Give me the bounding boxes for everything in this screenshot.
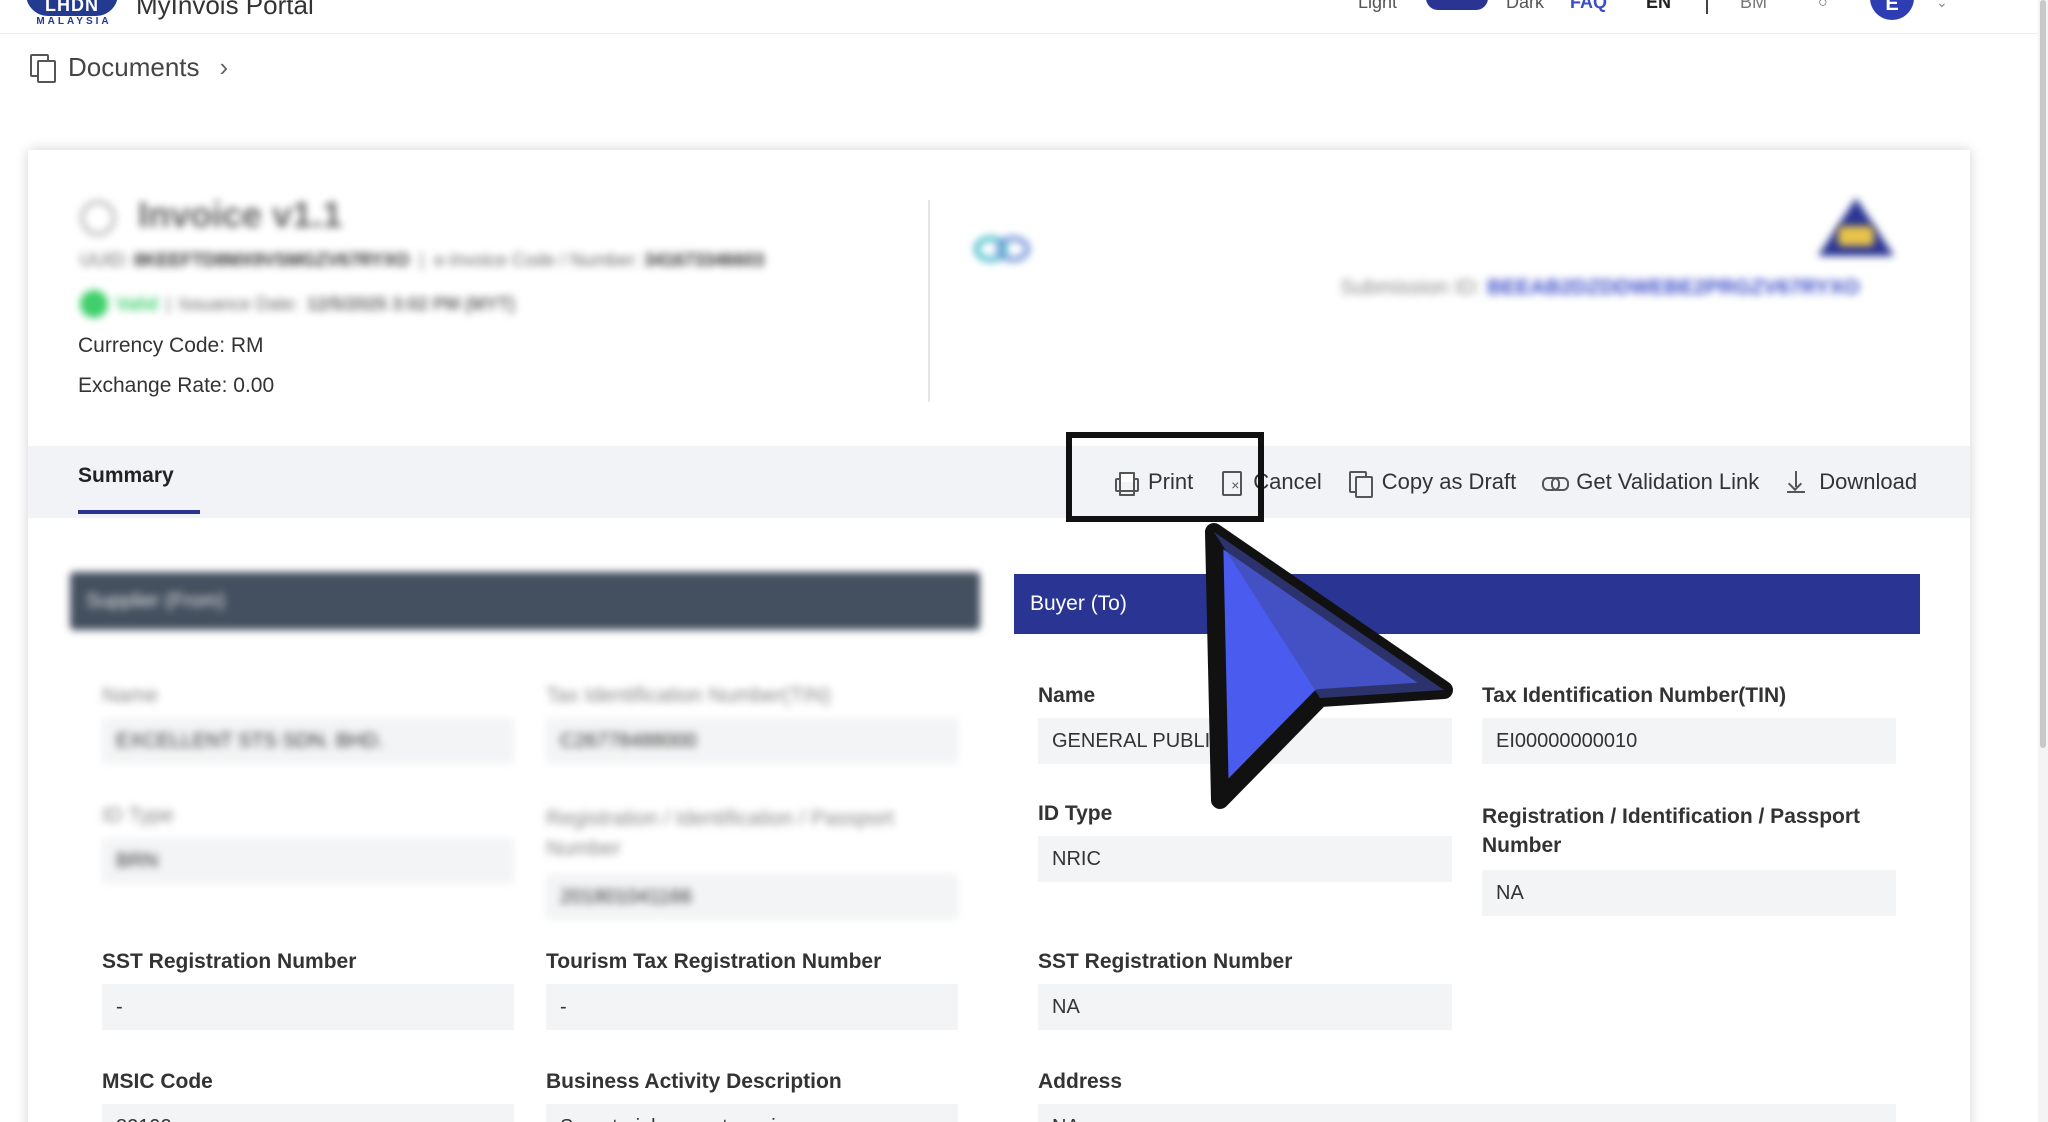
lhdn-emblem-detail [1838, 226, 1874, 246]
logo-text: LHDN [26, 0, 118, 16]
download-icon [1785, 470, 1809, 494]
supplier-msic-label: MSIC Code [102, 1070, 213, 1093]
invoice-status-icon [80, 200, 116, 236]
active-tab-indicator [78, 510, 200, 514]
header-divider [1706, 0, 1708, 14]
supplier-header-label: Supplier (From) [86, 590, 225, 612]
language-en-link[interactable]: EN [1646, 0, 1671, 13]
supplier-name-label: Name [102, 684, 159, 707]
submission-id-value[interactable]: BEEAB2DZDDWEBE2PRGZV67RYXO [1487, 276, 1860, 299]
copy-as-draft-label: Copy as Draft [1381, 469, 1517, 494]
supplier-name-value: EXCELLENT STS SDN. BHD. [102, 718, 514, 764]
chevron-right-icon: › [219, 51, 229, 82]
supplier-tin-field: Tax Identification Number(TIN) C26778488… [546, 684, 958, 764]
theme-dark-label: Dark [1506, 0, 1545, 12]
supplier-sst-field: SST Registration Number - [102, 950, 514, 1030]
tab-action-bar: Summary Print Cancel Copy as Draft Get V… [28, 446, 1970, 518]
document-card: Invoice v1.1 UUID: 8KEEFTD8MX9VSMGZV67RY… [28, 150, 1970, 1122]
supplier-id-type-value: BRN [102, 838, 514, 884]
issuance-value: 12/5/2025 3:02 PM (MYT) [306, 293, 515, 314]
buyer-tin-value: EI00000000010 [1482, 718, 1896, 764]
invoice-code-value: 341673346603 [644, 250, 765, 270]
buyer-sst-label: SST Registration Number [1038, 950, 1293, 973]
supplier-logo [966, 230, 1046, 280]
uuid-label: UUID: [80, 250, 129, 270]
documents-icon [30, 54, 56, 83]
buyer-id-type-value: NRIC [1038, 836, 1452, 882]
tab-summary[interactable]: Summary [78, 464, 174, 488]
faq-link[interactable]: FAQ [1570, 0, 1607, 13]
buyer-tin-field: Tax Identification Number(TIN) EI0000000… [1482, 684, 1896, 764]
exchange-rate: Exchange Rate: 0.00 [78, 374, 275, 397]
print-highlight-box [1066, 432, 1264, 522]
supplier-registration-field: Registration / Identification / Passport… [546, 804, 958, 920]
status-badge: Valid [116, 293, 159, 314]
bell-icon[interactable]: ○ [1818, 0, 1838, 11]
submission-id-line: Submission ID: BEEAB2DZDDWEBE2PRGZV67RYX… [1340, 276, 1860, 300]
uuid-value: 8KEEFTD8MX9VSMGZV67RYXO [134, 250, 410, 270]
scrollbar-thumb[interactable] [2040, 0, 2046, 748]
uuid-line: UUID: 8KEEFTD8MX9VSMGZV67RYXO | e-Invoic… [80, 250, 765, 270]
invoice-code-label: e-Invoice Code / Number: [434, 250, 640, 270]
app-title: MyInvois Portal [136, 0, 314, 20]
buyer-header-label: Buyer (To) [1030, 592, 1127, 615]
issuance-label: Issuance Date: [178, 293, 299, 314]
supplier-business-activity-label: Business Activity Description [546, 1070, 842, 1093]
breadcrumb: Documents › [30, 50, 228, 84]
breadcrumb-documents[interactable]: Documents [68, 52, 200, 83]
supplier-sst-label: SST Registration Number [102, 950, 357, 973]
supplier-business-activity-value: Secretarial support services [546, 1104, 958, 1122]
buyer-registration-field: Registration / Identification / Passport… [1482, 802, 1896, 916]
theme-toggle[interactable] [1426, 0, 1488, 10]
document-header: Invoice v1.1 UUID: 8KEEFTD8MX9VSMGZV67RY… [28, 150, 1970, 446]
get-validation-link-label: Get Validation Link [1576, 469, 1760, 494]
supplier-name-field: Name EXCELLENT STS SDN. BHD. [102, 684, 514, 764]
mouse-cursor-icon [1205, 523, 1453, 809]
supplier-section-header: Supplier (From) [70, 572, 980, 630]
download-label: Download [1819, 469, 1918, 494]
supplier-tourism-tax-field: Tourism Tax Registration Number - [546, 950, 958, 1030]
status-line: Valid | Issuance Date: 12/5/2025 3:02 PM… [80, 290, 515, 318]
currency-code: Currency Code: RM [78, 334, 264, 357]
header-divider-vertical [928, 200, 930, 402]
supplier-tin-label: Tax Identification Number(TIN) [546, 684, 831, 707]
buyer-address-label: Address [1038, 1070, 1123, 1093]
buyer-address-value: NA [1038, 1104, 1896, 1122]
copy-as-draft-button[interactable]: Copy as Draft [1348, 469, 1517, 498]
supplier-registration-label: Registration / Identification / Passport… [546, 807, 894, 860]
supplier-msic-field: MSIC Code 82192 [102, 1070, 514, 1122]
page-scrollbar[interactable] [2038, 0, 2048, 1122]
supplier-tin-value: C26778488000 [546, 718, 958, 764]
top-header: LHDN MALAYSIA MyInvois Portal Light Dark… [0, 0, 2048, 34]
link-icon [1542, 470, 1570, 494]
valid-check-icon [80, 290, 108, 318]
buyer-sst-value: NA [1038, 984, 1452, 1030]
supplier-tourism-tax-label: Tourism Tax Registration Number [546, 950, 882, 973]
buyer-address-field: Address NA [1038, 1070, 1896, 1122]
logo-subtext: MALAYSIA [36, 16, 112, 27]
supplier-sst-value: - [102, 984, 514, 1030]
avatar[interactable]: E [1870, 0, 1914, 20]
lhdn-logo[interactable]: LHDN MALAYSIA [26, 0, 122, 30]
submission-label: Submission ID: [1340, 276, 1482, 299]
download-button[interactable]: Download [1785, 469, 1917, 495]
buyer-sst-field: SST Registration Number NA [1038, 950, 1452, 1030]
supplier-id-type-field: ID Type BRN [102, 804, 514, 884]
copy-icon [1348, 470, 1373, 498]
theme-light-label: Light [1358, 0, 1398, 12]
supplier-business-activity-field: Business Activity Description Secretaria… [546, 1070, 958, 1122]
supplier-msic-value: 82192 [102, 1104, 514, 1122]
supplier-registration-value: 201801041166 [546, 874, 958, 920]
supplier-tourism-tax-value: - [546, 984, 958, 1030]
get-validation-link-button[interactable]: Get Validation Link [1542, 469, 1759, 495]
buyer-registration-label: Registration / Identification / Passport… [1482, 805, 1861, 857]
buyer-tin-label: Tax Identification Number(TIN) [1482, 684, 1787, 707]
document-title: Invoice v1.1 [138, 194, 343, 235]
supplier-id-type-label: ID Type [102, 804, 174, 827]
chevron-down-icon[interactable]: ⌄ [1936, 0, 1948, 11]
buyer-registration-value: NA [1482, 870, 1896, 916]
language-bm-link[interactable]: BM [1740, 0, 1767, 13]
